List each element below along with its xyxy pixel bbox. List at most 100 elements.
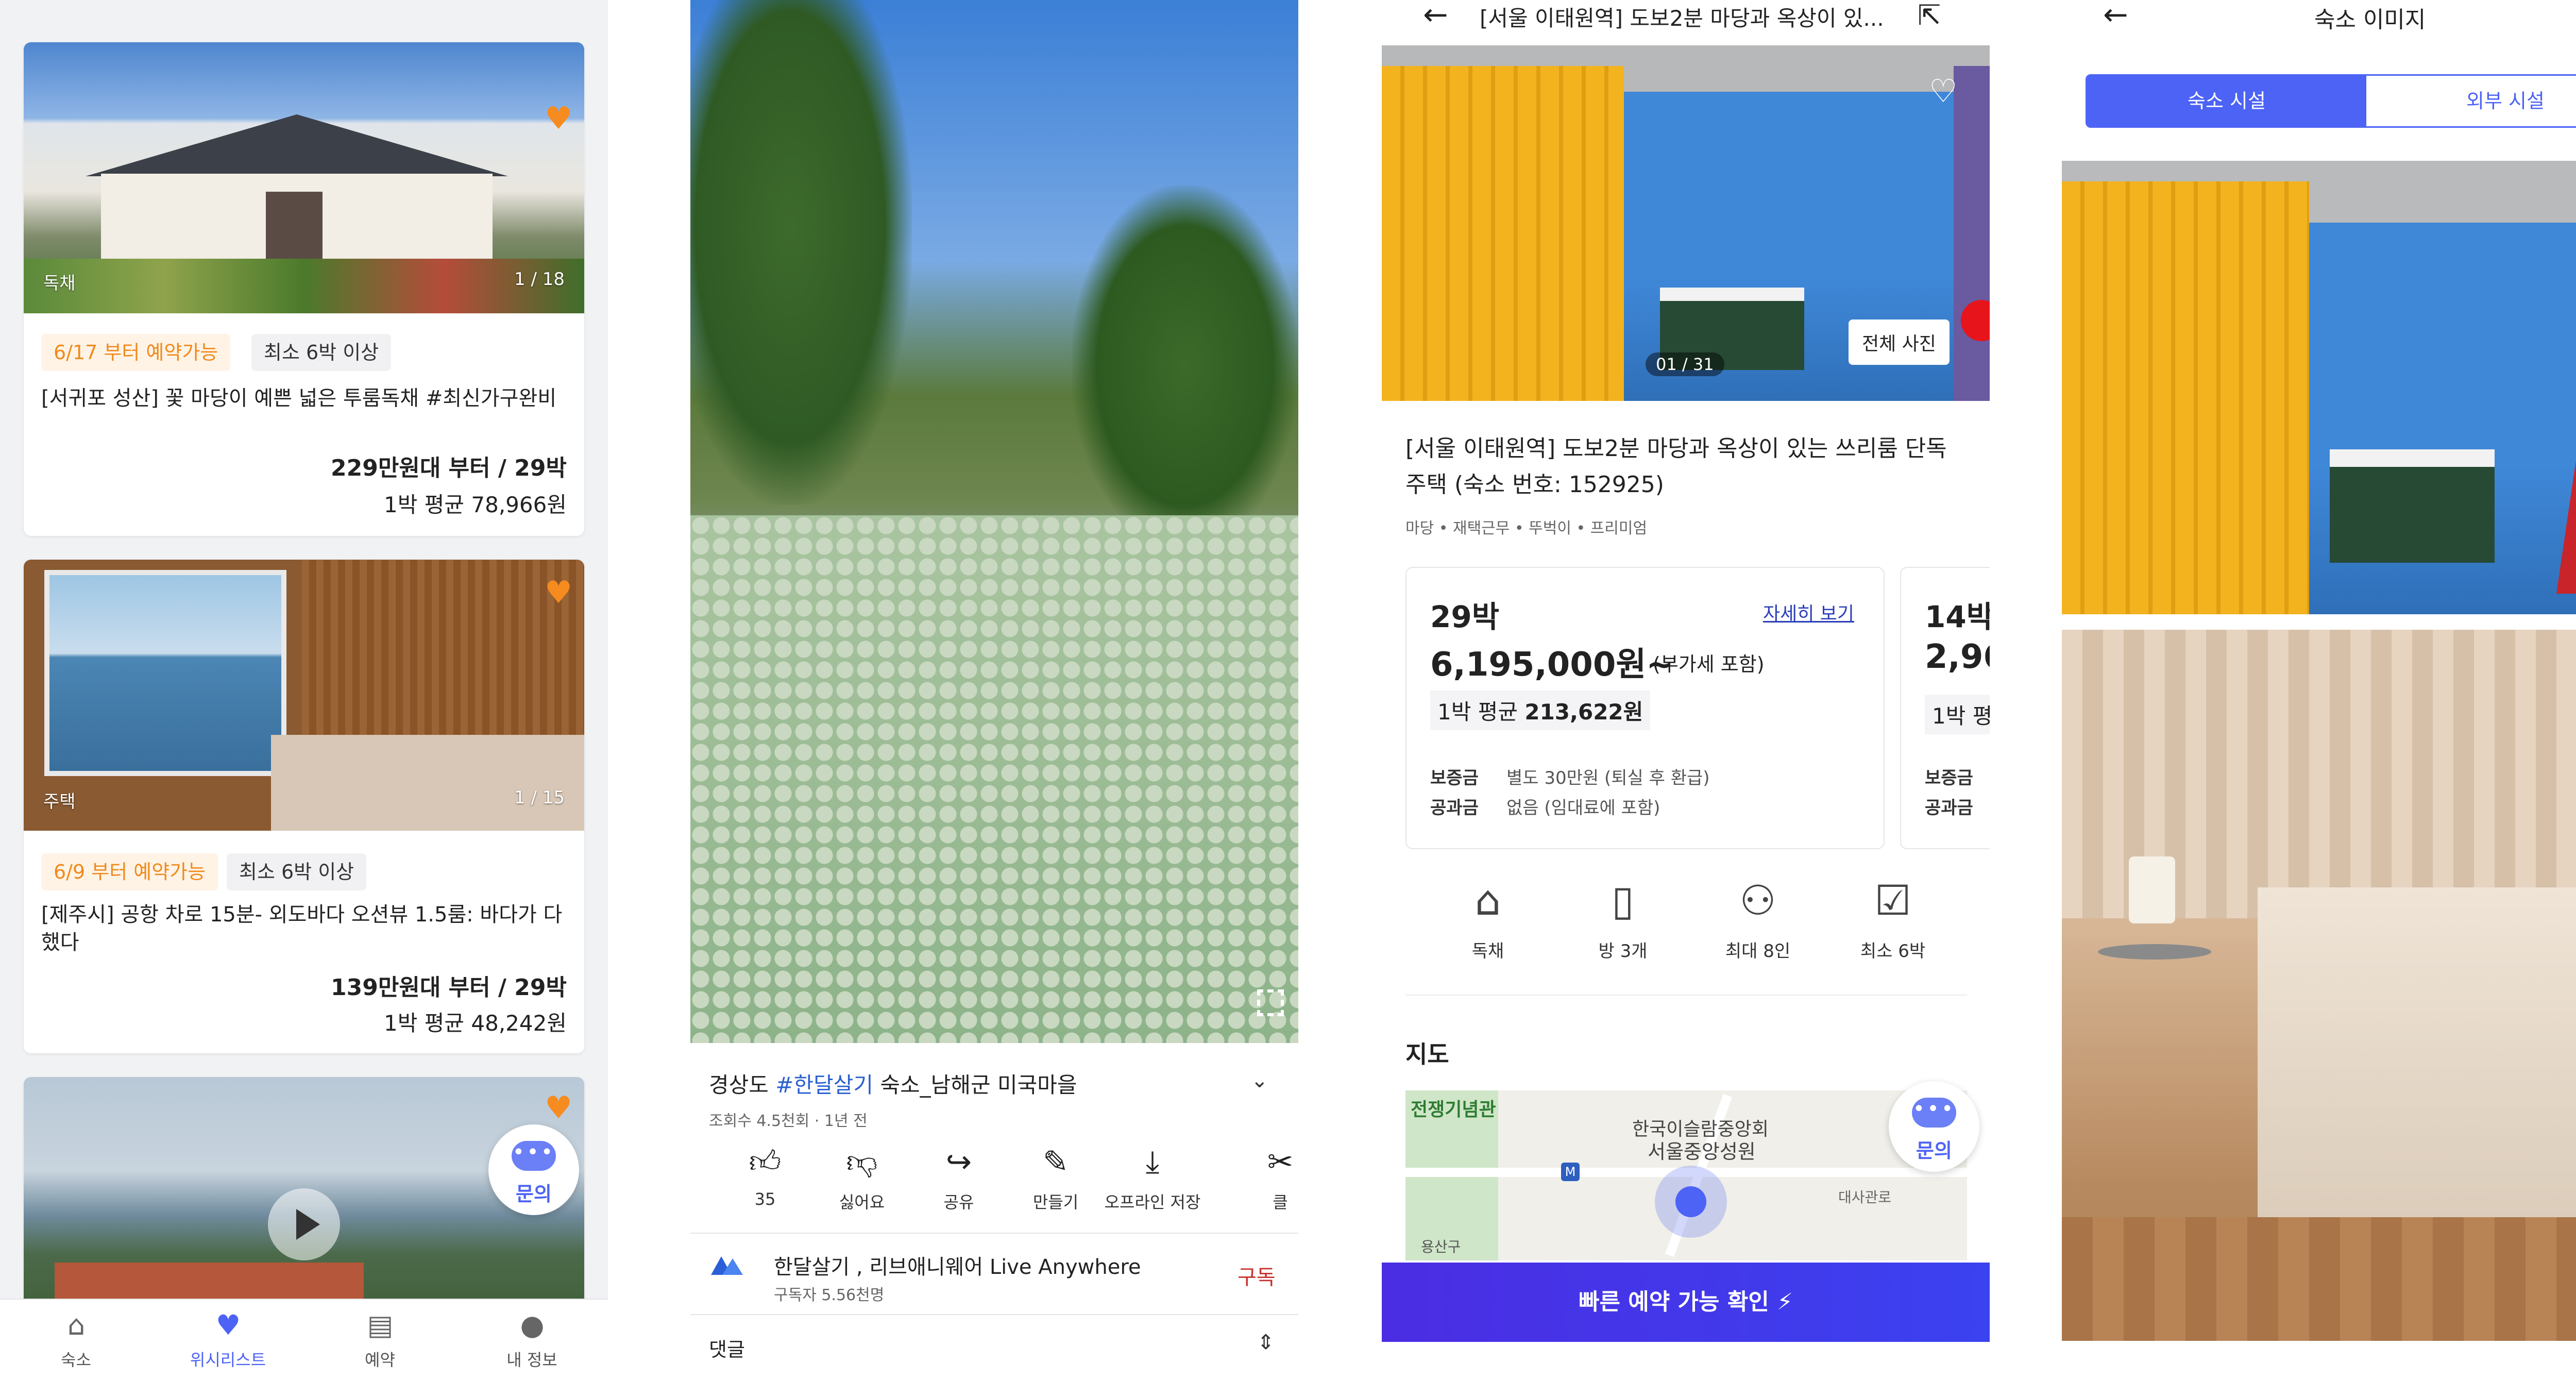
share-icon: ↪	[945, 1144, 972, 1180]
map-label-district: 용산구	[1421, 1238, 1461, 1255]
fullscreen-icon[interactable]	[1257, 989, 1284, 1016]
wishlist-heart-icon[interactable]: ♥	[543, 103, 574, 134]
plan-price: 6,195,000원~	[1430, 646, 1674, 684]
remix-button[interactable]: ✎ 만들기	[1007, 1144, 1105, 1213]
listing-title[interactable]: [서귀포 성산] 꽃 마당이 예쁜 넓은 투룸독채 #최신가구완비	[41, 384, 567, 412]
lamp	[2129, 856, 2175, 923]
clip-button[interactable]: ✂ 클	[1262, 1144, 1298, 1213]
utility-value: 없음 (임대료에 포함)	[1506, 798, 1660, 818]
share-button[interactable]: ↪ 공유	[910, 1144, 1008, 1213]
yellow-gate	[1382, 66, 1624, 401]
gallery-photo-bedroom[interactable]	[2062, 630, 2576, 1341]
window-sea	[44, 570, 286, 776]
plan-avg-prefix: 1박 평균	[1437, 699, 1525, 725]
tree-foliage	[690, 0, 912, 505]
action-label: 오프라인 저장	[1104, 1192, 1201, 1212]
action-label: 만들기	[1032, 1192, 1079, 1212]
deposit-value: 별도 30만원 (퇴실 후 환급)	[1506, 768, 1710, 788]
photo-counter: 1 / 15	[514, 787, 565, 808]
map-view[interactable]: 전쟁기념관 한국이슬람중앙회 서울중앙성원 대사관로 용산구 M	[1405, 1090, 1967, 1260]
save-heart-icon[interactable]: ♡	[1929, 72, 1958, 110]
listing-photo[interactable]: ♥ 독채 1 / 18	[24, 42, 584, 313]
plan-avg-box: 1박 평균 213,622원	[1430, 691, 1651, 730]
listing-price: 139만원대 부터 / 29박	[331, 974, 567, 1001]
wishlist-screen: ♥ 독채 1 / 18 6/17 부터 예약가능 최소 6박 이상 [서귀포 성…	[0, 0, 608, 1379]
subscribe-button[interactable]: 구독	[1238, 1260, 1276, 1290]
listing-tags: 마당 • 재택근무 • 뚜벅이 • 프리미엄	[1405, 519, 1648, 537]
inquiry-chat-button[interactable]: ••• 문의	[488, 1124, 579, 1215]
calendar-check-icon: ☑	[1874, 877, 1911, 924]
expand-icon[interactable]: ⇕	[1257, 1331, 1275, 1354]
property-type-label: 독채	[43, 273, 76, 294]
inquiry-label: 문의	[516, 1183, 552, 1205]
listing-photo[interactable]: ♥ 주택 1 / 15	[24, 560, 584, 831]
play-icon	[296, 1209, 320, 1240]
listing-main-photo[interactable]: ♡ 01 / 31 전체 사진	[1382, 45, 1990, 401]
channel-logo[interactable]	[711, 1256, 743, 1277]
plan-vat: (부가세 포함)	[1653, 653, 1765, 676]
listing-card[interactable]: ♥ 독채 1 / 18 6/17 부터 예약가능 최소 6박 이상 [서귀포 성…	[24, 42, 584, 536]
nav-item-my-info[interactable]: ● 내 정보	[456, 1300, 608, 1379]
wishlist-heart-icon[interactable]: ♥	[543, 577, 574, 608]
deposit-label: 보증금	[1430, 768, 1479, 788]
photo-counter: 1 / 18	[514, 269, 565, 290]
download-button[interactable]: ⤓ 오프라인 저장	[1104, 1144, 1201, 1213]
listing-price: 229만원대 부터 / 29박	[331, 455, 567, 481]
map-label-road: 대사관로	[1838, 1189, 1892, 1206]
detail-link[interactable]: 자세히 보기	[1763, 599, 1854, 626]
price-plan-card[interactable]: 29박 자세히 보기 6,195,000원~ (부가세 포함) 1박 평균 21…	[1405, 567, 1885, 849]
inquiry-label: 문의	[1916, 1139, 1952, 1162]
chevron-down-icon[interactable]: ⌄	[1251, 1069, 1268, 1092]
listing-card[interactable]: ♥ 주택 1 / 15 6/9 부터 예약가능 최소 6박 이상 [제주시] 공…	[24, 560, 584, 1053]
door-icon: ▯	[1611, 877, 1635, 924]
divider	[1405, 995, 1967, 996]
subscriber-count: 구독자 5.56천명	[774, 1286, 885, 1304]
pin-core	[1675, 1186, 1706, 1217]
bed	[2258, 887, 2576, 1217]
amenity-detached: ⌂ 독채	[1436, 876, 1539, 962]
tree-foliage	[1072, 186, 1298, 546]
map-label-memorial: 전쟁기념관	[1411, 1099, 1496, 1120]
nav-item-accommodation[interactable]: ⌂ 숙소	[0, 1300, 152, 1379]
like-button[interactable]: 👍︎ 35	[716, 1144, 814, 1209]
tab-label: 외부 시설	[2466, 90, 2545, 112]
photo-counter: 01 / 31	[1646, 352, 1724, 376]
chat-bubble-icon: •••	[1912, 1098, 1956, 1128]
listing-title[interactable]: [제주시] 공항 차로 15분- 외도바다 오션뷰 1.5룸: 바다가 다 했다	[41, 901, 567, 956]
header-title: [서울 이태원역] 도보2분 마당과 옥상이 있...	[1480, 6, 1884, 31]
divider	[690, 1233, 1298, 1234]
back-arrow-icon[interactable]: ←	[2103, 0, 2128, 32]
purple-wall	[1954, 66, 1990, 401]
listing-avg-price: 1박 평균 78,966원	[384, 492, 567, 517]
availability-badge: 6/9 부터 예약가능	[41, 853, 218, 890]
plan-nights: 29박	[1430, 599, 1500, 634]
divider	[690, 1314, 1298, 1315]
back-arrow-icon[interactable]: ←	[1423, 0, 1448, 32]
nav-item-reservation[interactable]: ▤ 예약	[304, 1300, 456, 1379]
nav-item-wishlist[interactable]: ♥ 위시리스트	[152, 1300, 304, 1379]
house-roof	[86, 114, 508, 176]
tab-accommodation[interactable]: 숙소 시설	[2087, 76, 2366, 126]
all-photos-button[interactable]: 전체 사진	[1849, 319, 1950, 365]
wishlist-heart-icon[interactable]: ♥	[543, 1092, 574, 1123]
comments-header[interactable]: 댓글	[709, 1334, 745, 1362]
price-plan-card[interactable]: 14박 2,96 1박 평균 보증금 공과금	[1900, 567, 1990, 849]
quick-booking-button[interactable]: 빠른 예약 가능 확인 ⚡	[1382, 1263, 1990, 1342]
action-label: 클	[1273, 1192, 1288, 1212]
gallery-photo-yard[interactable]	[2062, 161, 2576, 614]
video-player[interactable]	[690, 0, 1298, 1043]
title-suffix: 숙소_남해군 미국마을	[873, 1072, 1077, 1098]
dislike-button[interactable]: 👎︎ 싫어요	[813, 1144, 911, 1213]
min-stay-badge: 최소 6박 이상	[251, 334, 392, 371]
tab-exterior[interactable]: 외부 시설	[2366, 76, 2576, 126]
inquiry-chat-button[interactable]: ••• 문의	[1889, 1081, 1979, 1172]
channel-name[interactable]: 한달살기 , 리브애니웨어 Live Anywhere	[774, 1250, 1141, 1280]
video-title[interactable]: 경상도 #한달살기 숙소_남해군 미국마을	[709, 1068, 1077, 1099]
quick-booking-label: 빠른 예약 가능 확인 ⚡	[1578, 1289, 1793, 1315]
share-icon[interactable]: ⇱	[1918, 0, 1941, 31]
hashtag-link[interactable]: #한달살기	[775, 1072, 873, 1098]
house-icon: ⌂	[1475, 877, 1501, 924]
listing-title: [서울 이태원역] 도보2분 마당과 옥상이 있는 쓰리룸 단독주택 (숙소 번…	[1405, 435, 1947, 498]
accommodation-images-screen: ← 숙소 이미지 숙소 시설 외부 시설	[2062, 0, 2576, 1379]
play-button[interactable]	[268, 1188, 340, 1260]
